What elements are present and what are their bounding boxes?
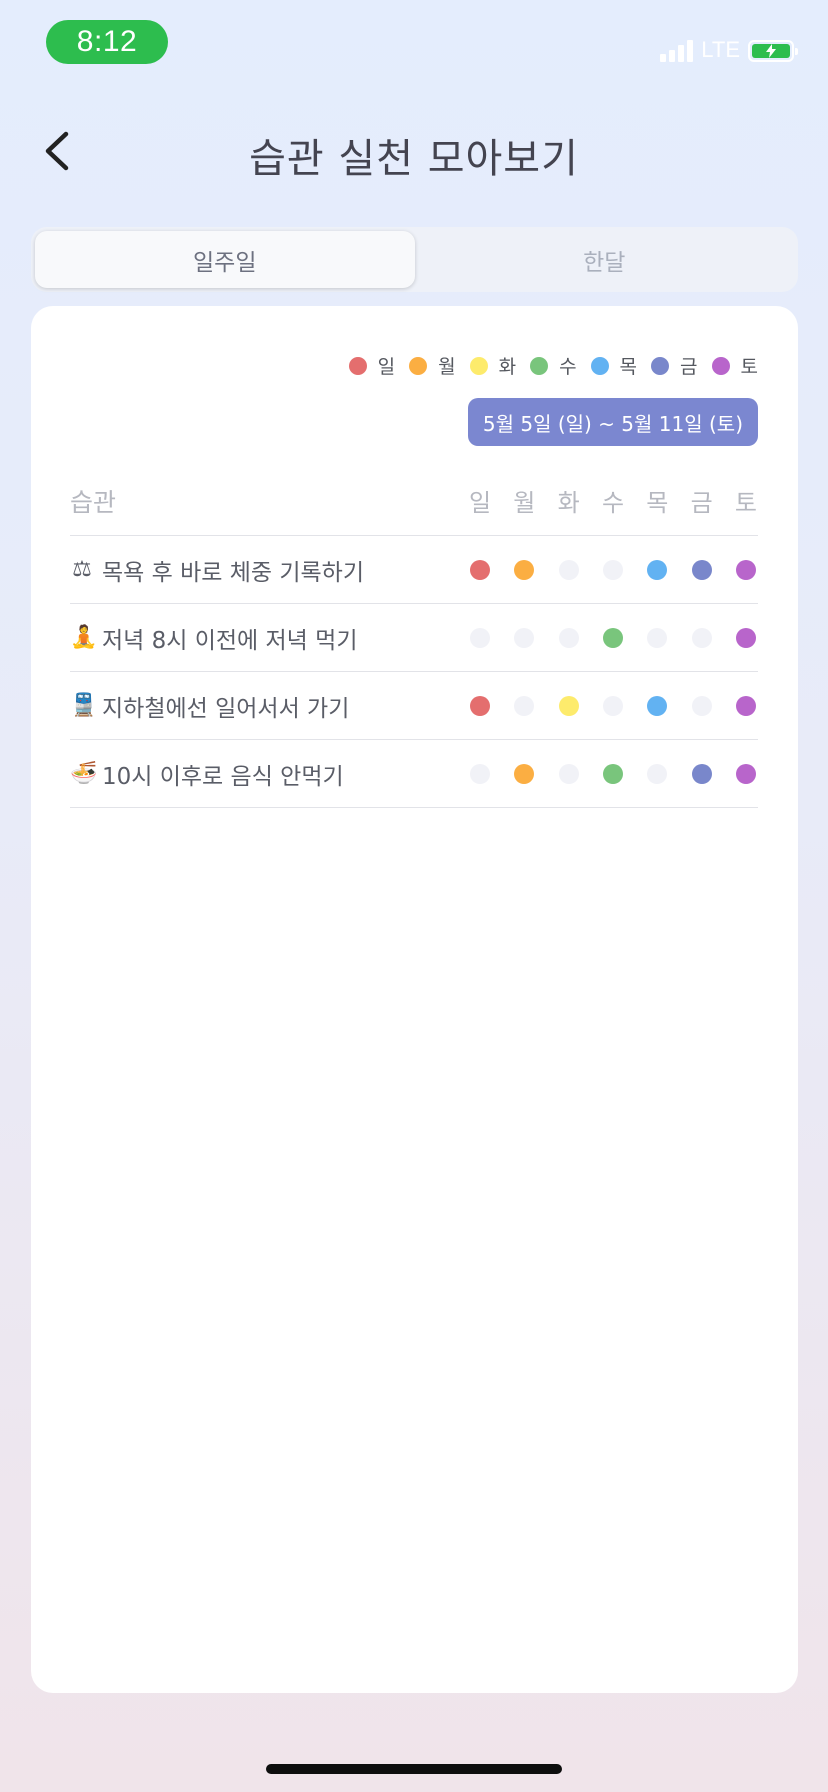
habit-dot-empty xyxy=(470,763,490,784)
habit-row[interactable]: 🚆 지하철에선 일어서서 가기 xyxy=(70,672,758,740)
habit-dot-done xyxy=(691,559,712,580)
habit-dot-empty xyxy=(691,627,712,648)
table-header: 습관 일월화수목금토 xyxy=(70,466,758,536)
habit-name: 🚆 지하철에선 일어서서 가기 xyxy=(70,689,468,723)
legend-item: 월 xyxy=(409,352,456,379)
habit-name: 🍜 10시 이후로 음식 안먹기 xyxy=(70,757,468,791)
date-range-badge[interactable]: 5월 5일 (일) ~ 5월 11일 (토) xyxy=(467,398,758,446)
legend-item: 화 xyxy=(469,352,517,379)
habit-day-dots xyxy=(468,559,758,580)
legend-item: 수 xyxy=(530,352,577,379)
status-time: 8:12 xyxy=(46,20,168,64)
legend-item: 토 xyxy=(711,352,758,379)
habit-dot-empty xyxy=(514,695,535,716)
habit-dot-empty xyxy=(647,627,668,648)
habit-dot-done xyxy=(558,695,579,716)
battery-icon xyxy=(748,40,798,62)
habit-label: 목욕 후 바로 체중 기록하기 xyxy=(102,559,365,586)
legend-item: 금 xyxy=(651,352,698,379)
habit-dot-done xyxy=(514,559,535,580)
period-segment: 일주일 한달 xyxy=(31,227,798,292)
tab-month[interactable]: 한달 xyxy=(415,231,795,288)
day-legend: 일월화수목금토 xyxy=(335,352,758,379)
habit-day-dots xyxy=(468,627,758,648)
legend-item: 일 xyxy=(348,352,396,379)
legend-dot xyxy=(530,356,549,375)
habit-dot-empty xyxy=(558,763,579,784)
legend-label: 수 xyxy=(559,356,577,378)
legend-label: 목 xyxy=(619,356,638,378)
habit-dot-done xyxy=(602,627,623,648)
legend-dot xyxy=(711,356,730,375)
network-label: LTE xyxy=(701,37,740,62)
habit-dot-empty xyxy=(602,695,623,716)
legend-label: 일 xyxy=(377,356,396,378)
day-header: 화 xyxy=(557,489,580,517)
habit-dot-done xyxy=(735,627,756,648)
habit-dot-done xyxy=(470,559,490,580)
day-column-headers: 일월화수목금토 xyxy=(468,483,758,518)
habit-table: 습관 일월화수목금토 ⚖ 목욕 후 바로 체중 기록하기 🧘 저녁 8시 이전에 저녁… xyxy=(70,466,758,808)
habit-emoji-icon: 🍜 xyxy=(70,761,98,786)
habit-dot-empty xyxy=(602,559,623,580)
tab-week[interactable]: 일주일 xyxy=(35,231,415,288)
habit-name: ⚖ 목욕 후 바로 체중 기록하기 xyxy=(70,553,468,587)
habit-dot-done xyxy=(691,763,712,784)
page-title: 습관 실천 모아보기 xyxy=(249,136,579,182)
habit-dot-done xyxy=(735,695,756,716)
legend-dot xyxy=(348,356,367,375)
habit-dot-empty xyxy=(470,627,490,648)
habit-dot-empty xyxy=(558,559,579,580)
habit-emoji-icon: 🚆 xyxy=(70,693,98,718)
status-indicators: LTE xyxy=(660,36,798,62)
home-indicator xyxy=(266,1764,562,1774)
legend-dot xyxy=(469,356,488,375)
day-header: 토 xyxy=(734,489,758,517)
day-header: 목 xyxy=(646,489,669,517)
habit-dot-empty xyxy=(514,627,535,648)
legend-item: 목 xyxy=(590,352,638,379)
habit-emoji-icon: 🧘 xyxy=(70,625,98,650)
habit-label: 저녁 8시 이전에 저녁 먹기 xyxy=(102,627,358,654)
legend-label: 월 xyxy=(438,356,456,378)
legend-dot xyxy=(590,356,609,375)
habit-column-header: 습관 xyxy=(70,487,117,517)
legend-label: 금 xyxy=(680,356,698,378)
habit-label: 지하철에선 일어서서 가기 xyxy=(102,695,350,722)
habit-row[interactable]: 🧘 저녁 8시 이전에 저녁 먹기 xyxy=(70,604,758,672)
habit-dot-done xyxy=(647,695,668,716)
day-header: 월 xyxy=(513,489,536,517)
day-header: 수 xyxy=(601,489,625,517)
habit-row[interactable]: 🍜 10시 이후로 음식 안먹기 xyxy=(70,740,758,808)
habit-day-dots xyxy=(468,695,758,716)
habit-label: 10시 이후로 음식 안먹기 xyxy=(102,763,344,790)
legend-label: 화 xyxy=(498,356,517,378)
habit-dot-done xyxy=(647,559,668,580)
legend-dot xyxy=(651,356,670,375)
habit-dot-done xyxy=(735,763,756,784)
signal-icon xyxy=(660,38,694,62)
habit-dot-done xyxy=(735,559,756,580)
habit-name: 🧘 저녁 8시 이전에 저녁 먹기 xyxy=(70,621,468,655)
habit-emoji-icon: ⚖ xyxy=(72,557,92,582)
habit-dot-done xyxy=(470,695,490,716)
legend-dot xyxy=(409,356,428,375)
habit-dot-empty xyxy=(691,695,712,716)
legend-label: 토 xyxy=(740,356,758,378)
habit-dot-done xyxy=(602,763,623,784)
habit-dot-empty xyxy=(558,627,579,648)
habit-row[interactable]: ⚖ 목욕 후 바로 체중 기록하기 xyxy=(70,536,758,604)
habit-day-dots xyxy=(468,763,758,784)
habit-dot-empty xyxy=(647,763,668,784)
day-header: 일 xyxy=(468,489,492,517)
habit-summary-card: 일월화수목금토 5월 5일 (일) ~ 5월 11일 (토) 습관 일월화수목금… xyxy=(31,306,798,1693)
habit-dot-done xyxy=(514,763,535,784)
day-header: 금 xyxy=(690,489,713,517)
